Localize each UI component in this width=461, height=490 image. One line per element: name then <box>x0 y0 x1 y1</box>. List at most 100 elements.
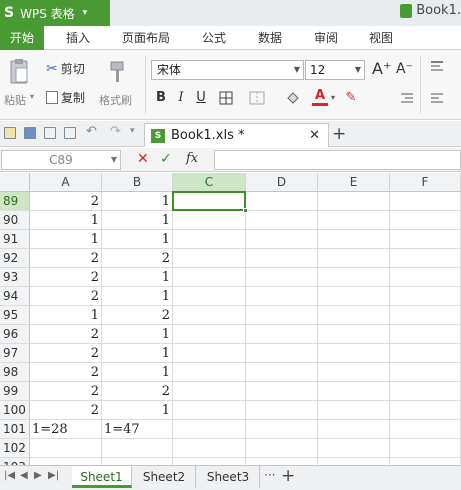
cell-f94[interactable] <box>390 287 461 306</box>
cell-b96[interactable]: 1 <box>102 325 173 344</box>
row-header[interactable]: 99 <box>0 382 30 401</box>
cell-b97[interactable]: 1 <box>102 344 173 363</box>
cell-a97[interactable]: 2 <box>30 344 102 363</box>
cell-d102[interactable] <box>246 439 318 458</box>
cell-b103[interactable] <box>102 458 173 465</box>
align-top-button[interactable] <box>430 60 444 72</box>
cell-c98[interactable] <box>173 363 246 382</box>
cell-c101[interactable] <box>173 420 246 439</box>
next-sheet-icon[interactable]: ▶ <box>34 470 42 481</box>
cell-a92[interactable]: 2 <box>30 249 102 268</box>
cell-f97[interactable] <box>390 344 461 363</box>
save-icon[interactable] <box>24 127 36 139</box>
cell-e101[interactable] <box>318 420 390 439</box>
column-header-e[interactable]: E <box>318 173 390 192</box>
row-header[interactable]: 100 <box>0 401 30 420</box>
clear-format-button[interactable]: ✎ <box>343 88 359 108</box>
cell-d99[interactable] <box>246 382 318 401</box>
row-header[interactable]: 103 <box>0 458 30 465</box>
cell-d103[interactable] <box>246 458 318 465</box>
bold-button[interactable]: B <box>153 88 169 108</box>
paste-button[interactable] <box>8 58 30 86</box>
cell-c100[interactable] <box>173 401 246 420</box>
cell-c91[interactable] <box>173 230 246 249</box>
cell-c102[interactable] <box>173 439 246 458</box>
font-color-dropdown-icon[interactable]: ▾ <box>331 93 335 102</box>
new-tab-button[interactable]: + <box>332 124 346 144</box>
format-painter-label[interactable]: 格式刷 <box>99 92 132 108</box>
column-header-c[interactable]: C <box>173 173 246 192</box>
cell-c90[interactable] <box>173 211 246 230</box>
cell-d96[interactable] <box>246 325 318 344</box>
row-header[interactable]: 93 <box>0 268 30 287</box>
indent-button[interactable] <box>400 92 414 104</box>
cell-e99[interactable] <box>318 382 390 401</box>
cell-c97[interactable] <box>173 344 246 363</box>
paste-dropdown-icon[interactable]: ▾ <box>30 92 34 101</box>
cell-e97[interactable] <box>318 344 390 363</box>
cell-d90[interactable] <box>246 211 318 230</box>
cell-b90[interactable]: 1 <box>102 211 173 230</box>
cell-e94[interactable] <box>318 287 390 306</box>
row-header[interactable]: 91 <box>0 230 30 249</box>
formula-input[interactable] <box>214 150 461 170</box>
cut-button[interactable]: ✂ 剪切 <box>46 60 85 77</box>
cell-b101[interactable]: 1=47 <box>102 420 173 439</box>
cell-d97[interactable] <box>246 344 318 363</box>
tab-book1[interactable]: S Book1.xls * ✕ <box>144 123 329 147</box>
cell-f95[interactable] <box>390 306 461 325</box>
cell-b94[interactable]: 1 <box>102 287 173 306</box>
cell-a96[interactable]: 2 <box>30 325 102 344</box>
cell-f91[interactable] <box>390 230 461 249</box>
insert-function-button[interactable]: fx <box>186 151 198 166</box>
cell-a95[interactable]: 1 <box>30 306 102 325</box>
font-color-button[interactable]: A <box>312 88 328 106</box>
prev-sheet-icon[interactable]: ◀ <box>20 470 28 481</box>
cell-f96[interactable] <box>390 325 461 344</box>
font-size-select[interactable]: 12 ▼ <box>305 60 365 80</box>
fill-color-button[interactable] <box>282 88 304 108</box>
row-header[interactable]: 94 <box>0 287 30 306</box>
column-header-a[interactable]: A <box>30 173 102 192</box>
cell-a102[interactable] <box>30 439 102 458</box>
cell-e92[interactable] <box>318 249 390 268</box>
column-header-d[interactable]: D <box>246 173 318 192</box>
cell-f92[interactable] <box>390 249 461 268</box>
cell-a98[interactable]: 2 <box>30 363 102 382</box>
paste-label[interactable]: 粘贴 <box>4 92 26 108</box>
cell-f102[interactable] <box>390 439 461 458</box>
name-box[interactable]: C89 ▼ <box>1 150 121 170</box>
row-header[interactable]: 98 <box>0 363 30 382</box>
cell-c99[interactable] <box>173 382 246 401</box>
close-icon[interactable]: ✕ <box>309 128 320 143</box>
cell-e91[interactable] <box>318 230 390 249</box>
cell-f100[interactable] <box>390 401 461 420</box>
underline-button[interactable]: U <box>194 88 208 108</box>
open-folder-icon[interactable] <box>4 127 16 139</box>
cell-e96[interactable] <box>318 325 390 344</box>
row-header[interactable]: 89 <box>0 192 30 211</box>
row-header[interactable]: 95 <box>0 306 30 325</box>
tab-view[interactable]: 视图 <box>361 26 401 50</box>
add-sheet-button[interactable]: + <box>281 466 295 486</box>
last-sheet-icon[interactable]: ▶| <box>48 470 59 481</box>
grow-font-button[interactable]: A⁺ <box>372 59 391 78</box>
italic-button[interactable]: I <box>174 88 188 108</box>
cell-c92[interactable] <box>173 249 246 268</box>
cell-e103[interactable] <box>318 458 390 465</box>
cell-d100[interactable] <box>246 401 318 420</box>
row-header[interactable]: 102 <box>0 439 30 458</box>
cancel-entry-button[interactable]: ✕ <box>137 151 149 167</box>
cell-e95[interactable] <box>318 306 390 325</box>
cell-d94[interactable] <box>246 287 318 306</box>
font-name-select[interactable]: 宋体 ▼ <box>151 60 304 80</box>
sheet-tab-sheet1[interactable]: Sheet1 <box>72 466 132 488</box>
tab-review[interactable]: 审阅 <box>306 26 346 50</box>
cell-a99[interactable]: 2 <box>30 382 102 401</box>
cell-e89[interactable] <box>318 192 390 211</box>
sheet-tab-sheet3[interactable]: Sheet3 <box>197 466 260 488</box>
row-header[interactable]: 97 <box>0 344 30 363</box>
cell-a103[interactable] <box>30 458 102 465</box>
print-preview-icon[interactable] <box>64 127 76 139</box>
fill-handle[interactable] <box>243 208 248 213</box>
